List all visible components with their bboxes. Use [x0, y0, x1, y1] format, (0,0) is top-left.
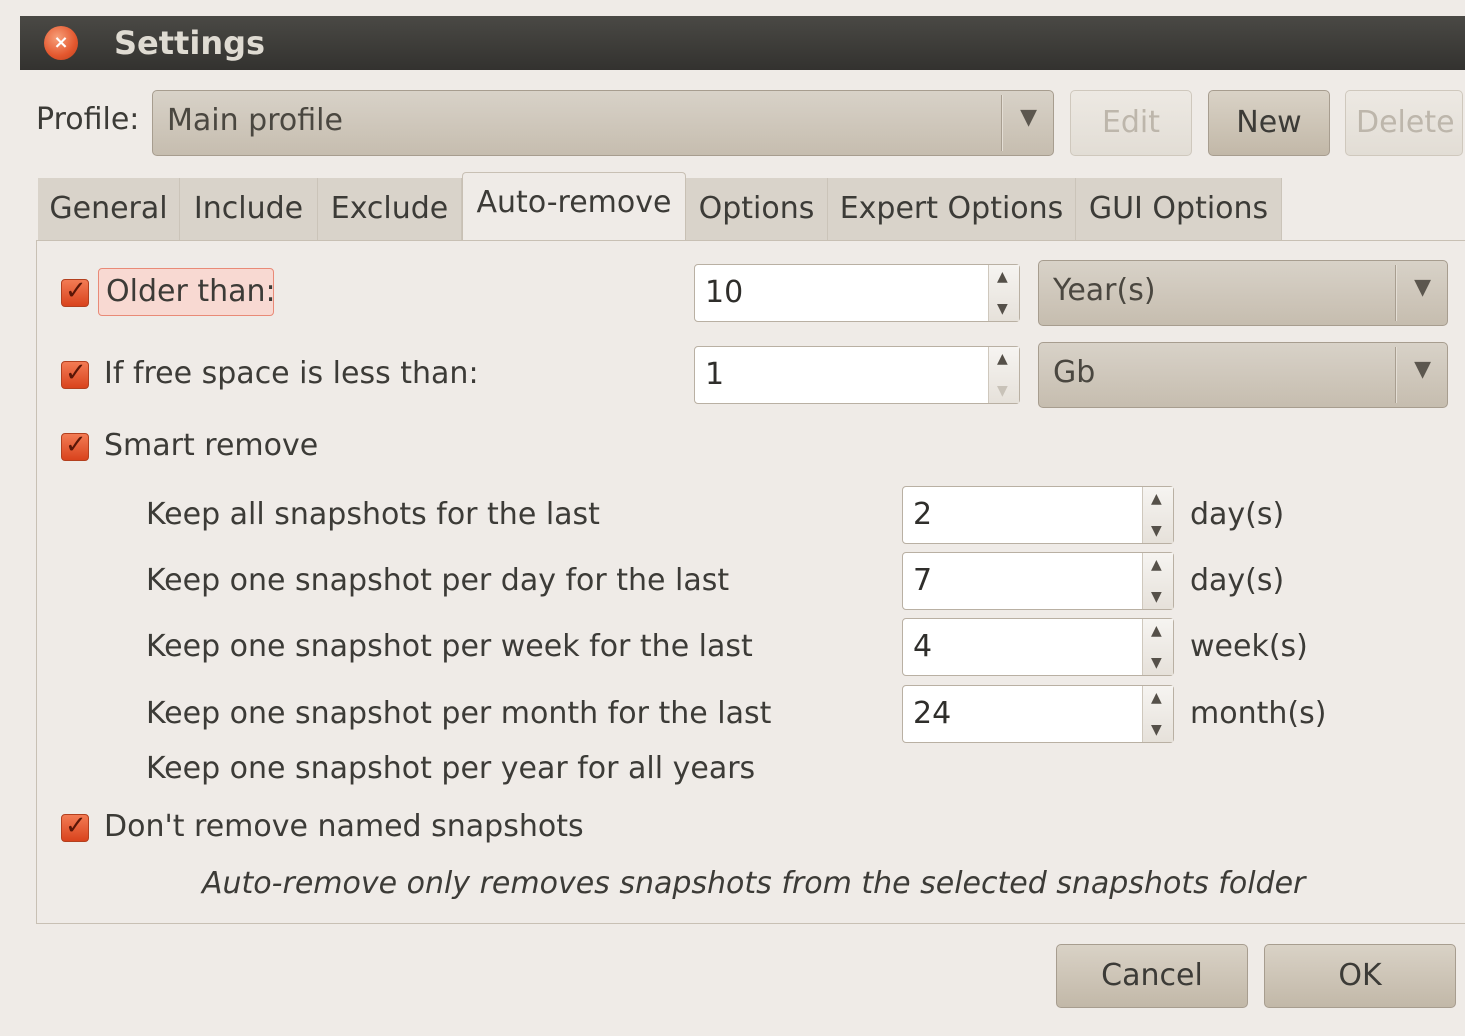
check-icon: ✓ — [65, 276, 87, 306]
tab-include[interactable]: Include — [180, 178, 318, 240]
new-profile-button[interactable]: New — [1208, 90, 1330, 156]
tab-auto-remove[interactable]: Auto-remove — [462, 172, 686, 240]
free-space-spinbox[interactable]: 1 ▲ ▼ — [694, 346, 1020, 404]
arrow-up-icon[interactable]: ▲ — [997, 351, 1008, 367]
rule-value: 24 — [913, 696, 952, 731]
auto-remove-note: Auto-remove only removes snapshots from … — [202, 866, 1306, 901]
rule-spinbox[interactable]: 4 ▲ ▼ — [902, 618, 1174, 676]
arrow-up-icon[interactable]: ▲ — [1151, 557, 1162, 573]
rule-label: Keep all snapshots for the last — [146, 497, 600, 532]
rule-label: Keep one snapshot per month for the last — [146, 696, 772, 731]
smart-remove-label: Smart remove — [104, 428, 319, 463]
older-than-value: 10 — [705, 275, 744, 310]
arrow-up-icon[interactable]: ▲ — [1151, 491, 1162, 507]
chevron-down-icon: ▼ — [1020, 105, 1037, 130]
free-space-label: If free space is less than: — [104, 356, 479, 391]
arrow-down-icon[interactable]: ▼ — [997, 383, 1008, 399]
spin-buttons[interactable]: ▲ ▼ — [988, 265, 1019, 321]
arrow-down-icon[interactable]: ▼ — [1151, 655, 1162, 671]
arrow-down-icon[interactable]: ▼ — [1151, 523, 1162, 539]
spin-buttons[interactable]: ▲ ▼ — [1142, 487, 1173, 543]
check-icon: ✓ — [65, 430, 87, 460]
dont-remove-named-checkbox[interactable]: ✓ — [61, 811, 89, 842]
tab-options[interactable]: Options — [686, 178, 828, 240]
smart-remove-checkbox[interactable]: ✓ — [61, 430, 89, 461]
older-than-spinbox[interactable]: 10 ▲ ▼ — [694, 264, 1020, 322]
dont-remove-named-label: Don't remove named snapshots — [104, 809, 584, 844]
rule-label: Keep one snapshot per week for the last — [146, 629, 753, 664]
close-icon[interactable]: × — [44, 26, 78, 60]
older-than-unit-select[interactable]: Year(s) ▼ — [1038, 260, 1448, 326]
yearly-rule-label: Keep one snapshot per year for all years — [146, 751, 756, 786]
title-bar: × Settings — [20, 16, 1465, 70]
combo-separator — [1395, 265, 1397, 321]
edit-profile-button[interactable]: Edit — [1070, 90, 1192, 156]
cancel-button[interactable]: Cancel — [1056, 944, 1248, 1008]
arrow-down-icon[interactable]: ▼ — [1151, 589, 1162, 605]
profile-select[interactable]: Main profile ▼ — [152, 90, 1054, 156]
settings-window: × Settings Profile: Main profile ▼ Edit … — [0, 0, 1465, 1036]
profile-select-value: Main profile — [167, 103, 343, 138]
rule-spinbox[interactable]: 24 ▲ ▼ — [902, 685, 1174, 743]
combo-separator — [1395, 347, 1397, 403]
rule-unit: week(s) — [1190, 629, 1308, 664]
tab-gui-options[interactable]: GUI Options — [1076, 178, 1282, 240]
arrow-up-icon[interactable]: ▲ — [1151, 623, 1162, 639]
older-than-checkbox[interactable]: ✓ — [61, 276, 89, 307]
older-than-label: Older than: — [106, 274, 276, 309]
combo-separator — [1001, 95, 1003, 151]
spin-buttons[interactable]: ▲ ▼ — [1142, 686, 1173, 742]
rule-unit: day(s) — [1190, 563, 1285, 598]
tab-general[interactable]: General — [38, 178, 180, 240]
rule-value: 4 — [913, 629, 933, 664]
free-space-value: 1 — [705, 357, 725, 392]
tab-exclude[interactable]: Exclude — [318, 178, 462, 240]
rule-spinbox[interactable]: 2 ▲ ▼ — [902, 486, 1174, 544]
free-space-checkbox[interactable]: ✓ — [61, 358, 89, 389]
rule-spinbox[interactable]: 7 ▲ ▼ — [902, 552, 1174, 610]
arrow-up-icon[interactable]: ▲ — [1151, 690, 1162, 706]
rule-value: 2 — [913, 497, 933, 532]
arrow-down-icon[interactable]: ▼ — [1151, 722, 1162, 738]
tab-expert-options[interactable]: Expert Options — [828, 178, 1076, 240]
check-icon: ✓ — [65, 811, 87, 841]
older-than-unit-value: Year(s) — [1053, 273, 1156, 308]
chevron-down-icon: ▼ — [1414, 275, 1431, 300]
free-space-unit-select[interactable]: Gb ▼ — [1038, 342, 1448, 408]
spin-buttons[interactable]: ▲ ▼ — [988, 347, 1019, 403]
arrow-up-icon[interactable]: ▲ — [997, 269, 1008, 285]
chevron-down-icon: ▼ — [1414, 357, 1431, 382]
rule-label: Keep one snapshot per day for the last — [146, 563, 730, 598]
check-icon: ✓ — [65, 358, 87, 388]
rule-value: 7 — [913, 563, 933, 598]
delete-profile-button[interactable]: Delete — [1345, 90, 1463, 156]
arrow-down-icon[interactable]: ▼ — [997, 301, 1008, 317]
profile-label: Profile: — [36, 102, 140, 137]
free-space-unit-value: Gb — [1053, 355, 1096, 390]
rule-unit: day(s) — [1190, 497, 1285, 532]
spin-buttons[interactable]: ▲ ▼ — [1142, 619, 1173, 675]
spin-buttons[interactable]: ▲ ▼ — [1142, 553, 1173, 609]
window-title: Settings — [114, 24, 266, 62]
rule-unit: month(s) — [1190, 696, 1327, 731]
ok-button[interactable]: OK — [1264, 944, 1456, 1008]
